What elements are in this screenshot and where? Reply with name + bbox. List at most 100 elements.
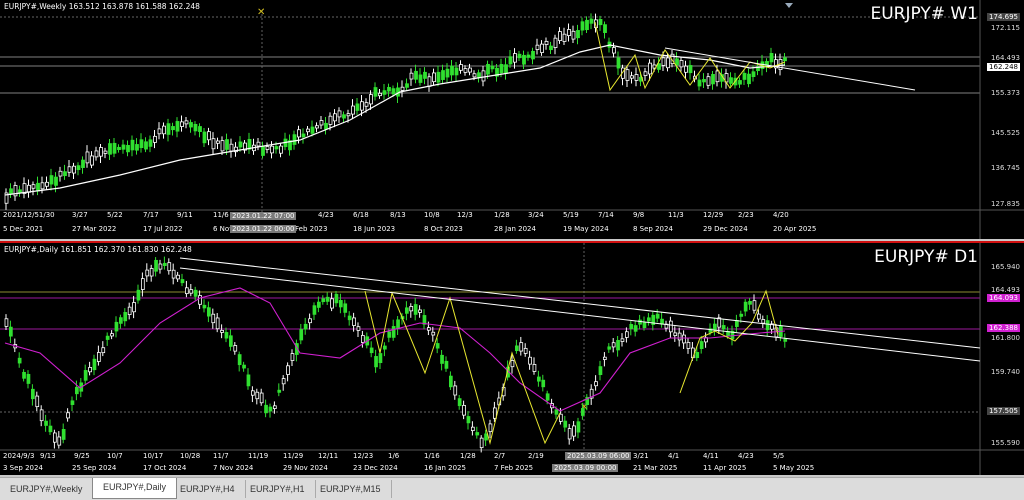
weekly-price-plot[interactable]: ✕	[0, 0, 1024, 239]
candle-body	[686, 341, 691, 349]
candle-body	[246, 374, 251, 387]
candle-body	[558, 31, 562, 41]
candle-body	[342, 114, 346, 119]
candle-body	[277, 389, 282, 393]
candle-body	[378, 92, 382, 97]
candle-body	[706, 76, 711, 86]
candle-body	[49, 175, 54, 185]
candle-body	[684, 65, 688, 73]
weekly-chart-panel[interactable]: ✕ EURJPY#,Weekly 163.512 163.878 161.588…	[0, 0, 1024, 239]
candle-body	[184, 120, 189, 125]
candle-body	[526, 54, 531, 58]
tab-h4[interactable]: EURJPY#,H4	[170, 480, 246, 498]
daily-current-price-tag: 162.388	[987, 324, 1020, 332]
candle-body	[450, 65, 454, 76]
candle-body	[475, 432, 480, 436]
candle-body	[312, 305, 317, 315]
daily-crosshair-time-bottom: 2025.03.09 00:00	[552, 464, 619, 472]
candle-body	[26, 373, 31, 384]
candle-body	[765, 320, 770, 331]
candle-body	[553, 37, 558, 48]
candle-body	[522, 54, 526, 65]
candle-body	[265, 146, 270, 150]
candle-body	[319, 120, 324, 126]
candle-body	[499, 64, 504, 74]
candle-body	[114, 321, 119, 332]
candle-body	[250, 390, 255, 396]
zigzag-line	[364, 290, 561, 445]
candle-body	[103, 150, 108, 154]
candle-body	[466, 416, 471, 424]
candle-body	[119, 317, 123, 324]
candle-body	[337, 110, 342, 118]
candle-body	[346, 113, 351, 117]
candle-body	[742, 72, 747, 80]
candle-body	[528, 356, 532, 365]
candle-body	[695, 352, 700, 359]
time-label: 9/11	[177, 211, 193, 219]
candle-body	[616, 339, 620, 351]
candle-body	[189, 289, 194, 294]
candle-body	[462, 405, 466, 416]
daily-chart-panel[interactable]: ✕ EURJPY#,Daily 161.851 162.370 161.830 …	[0, 241, 1024, 475]
time-label: 5 May 2025	[773, 464, 815, 472]
candle-body	[90, 155, 94, 166]
candle-body	[620, 338, 625, 342]
tab-m15[interactable]: EURJPY#,M15	[310, 480, 392, 498]
candle-body	[279, 145, 283, 154]
candle-body	[206, 307, 211, 317]
time-label: 5 Dec 2021	[3, 225, 44, 233]
time-label: 17 Jul 2022	[143, 225, 183, 233]
candle-body	[310, 126, 315, 134]
time-label: 27 Mar 2022	[72, 225, 117, 233]
tab-daily[interactable]: EURJPY#,Daily	[92, 478, 178, 499]
time-label: 4/1	[668, 452, 680, 460]
candle-body	[264, 404, 268, 414]
candle-body	[242, 364, 246, 369]
candle-body	[699, 341, 704, 350]
candle-body	[112, 142, 117, 154]
candle-body	[752, 300, 757, 311]
weekly-current-price-tag: 162.248	[987, 63, 1020, 71]
daily-price-plot[interactable]: ✕	[0, 243, 1024, 475]
tab-h1[interactable]: EURJPY#,H1	[240, 480, 316, 498]
candle-body	[523, 347, 528, 354]
candle-body	[132, 302, 136, 313]
candle-body	[517, 53, 522, 59]
time-label: 3/21	[633, 452, 649, 460]
candle-body	[44, 420, 48, 426]
time-label: 4/11	[703, 452, 719, 460]
candle-body	[110, 333, 114, 337]
candle-body	[297, 129, 301, 138]
time-label: 4/23	[738, 452, 754, 460]
candle-body	[400, 86, 405, 91]
candle-body	[463, 68, 468, 73]
candle-body	[216, 140, 220, 144]
candle-body	[515, 345, 519, 352]
candle-body	[101, 347, 106, 354]
time-label: 25 Sep 2024	[72, 464, 117, 472]
candle-body	[272, 405, 277, 409]
tab-weekly[interactable]: EURJPY#,Weekly	[0, 480, 94, 498]
candle-body	[541, 379, 546, 388]
candle-body	[256, 141, 261, 147]
time-label: 11/19	[248, 452, 269, 460]
candle-body	[117, 146, 121, 150]
candle-body	[576, 30, 580, 39]
candle-body	[237, 354, 242, 366]
candle-body	[484, 433, 488, 441]
time-label: 10/7	[107, 452, 123, 460]
candle-body	[769, 53, 774, 63]
candle-body	[198, 295, 202, 305]
candle-body	[211, 313, 216, 324]
time-label: 2024/9/3	[3, 452, 35, 460]
candle-body	[435, 343, 440, 349]
candle-body	[171, 269, 176, 279]
candle-body	[299, 329, 304, 341]
candle-body	[8, 326, 13, 337]
candle-body	[418, 74, 423, 83]
candle-body	[603, 24, 607, 33]
candle-body	[638, 319, 642, 325]
candle-body	[67, 166, 72, 173]
candle-body	[630, 75, 634, 79]
